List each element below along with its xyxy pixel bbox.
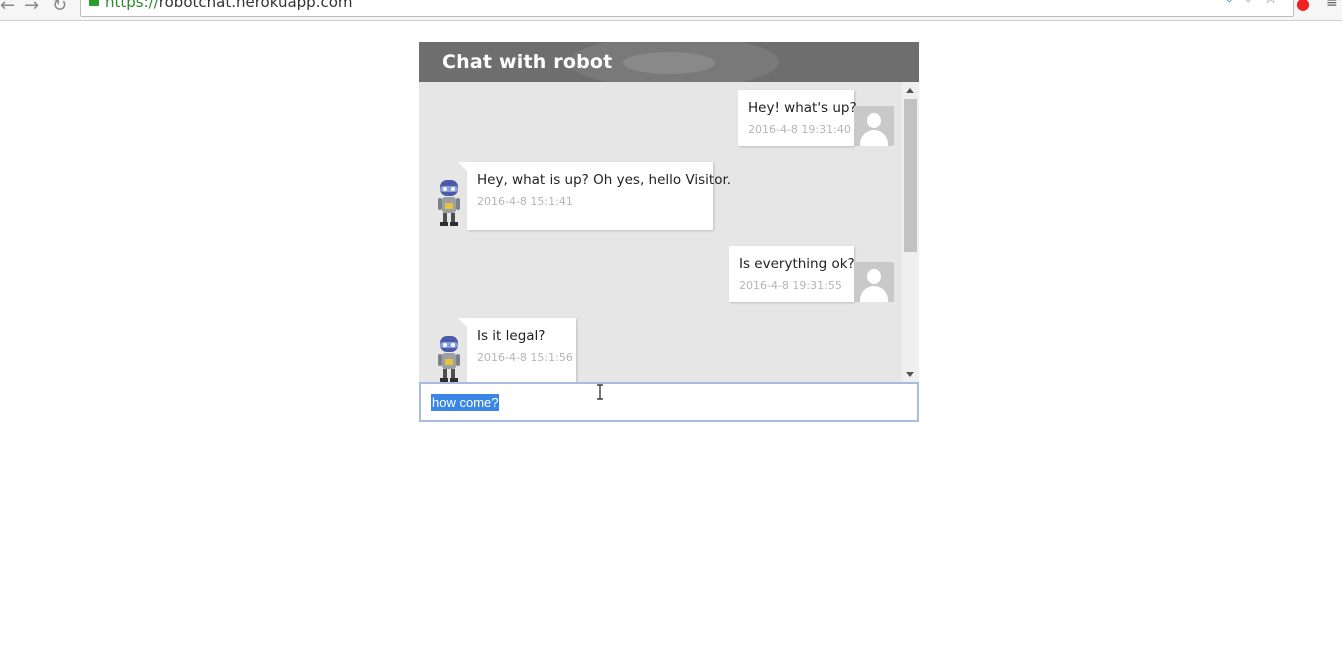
header-decoration	[623, 52, 715, 74]
security-icon[interactable]: ⛉	[1243, 0, 1254, 6]
user-message: Is everything ok? 2016-4-8 19:31:55	[729, 246, 864, 302]
message-text: Hey! what's up?	[748, 100, 857, 116]
robot-avatar-icon	[434, 178, 464, 228]
message-input-value[interactable]: how come?	[431, 394, 500, 411]
message-time: 2016-4-8 19:31:40	[748, 123, 851, 136]
url-host: robotchat.herokuapp.com	[158, 0, 353, 11]
message-list[interactable]: Hey! what's up? 2016-4-8 19:31:40 Hey, w…	[419, 82, 902, 382]
user-avatar-icon	[854, 106, 894, 146]
chat-window: Chat with robot Hey! what's up? 2016-4-8…	[419, 42, 919, 422]
scroll-thumb[interactable]	[904, 99, 917, 252]
extension-icon[interactable]: ●	[1296, 0, 1310, 13]
lock-icon	[89, 0, 99, 6]
message-scrollbar[interactable]	[902, 82, 919, 382]
scroll-down-arrow-icon[interactable]	[906, 372, 914, 377]
user-avatar-icon	[854, 262, 894, 302]
menu-icon[interactable]: ≡	[1326, 0, 1338, 11]
forward-icon[interactable]: →	[24, 0, 39, 16]
message-time: 2016-4-8 15:1:41	[477, 195, 573, 208]
browser-toolbar: ← → ↻ https://robotchat.herokuapp.com ⛨ …	[0, 0, 1342, 21]
message-text: Is it legal?	[477, 328, 546, 344]
robot-message: Hey, what is up? Oh yes, hello Visitor. …	[458, 162, 731, 230]
reload-icon[interactable]: ↻	[52, 0, 67, 16]
text-cursor-icon	[597, 384, 603, 400]
chat-title: Chat with robot	[442, 51, 613, 73]
shield-icon[interactable]: ⛨	[1224, 0, 1235, 6]
message-text: Is everything ok?	[739, 256, 855, 272]
robot-message: Is it legal? 2016-4-8 15:1:56	[458, 318, 576, 382]
url-scheme: https://	[105, 0, 159, 11]
message-input[interactable]: how come?	[419, 382, 919, 422]
scroll-up-arrow-icon[interactable]	[906, 88, 914, 93]
chat-header: Chat with robot	[419, 42, 919, 82]
url-text: https://robotchat.herokuapp.com	[105, 0, 353, 11]
bookmark-star-icon[interactable]: ☆	[1263, 0, 1278, 8]
address-bar[interactable]: https://robotchat.herokuapp.com ⛨ ⛉ ☆	[80, 0, 1294, 17]
user-message: Hey! what's up? 2016-4-8 19:31:40	[738, 90, 864, 146]
message-text: Hey, what is up? Oh yes, hello Visitor.	[477, 172, 732, 188]
robot-avatar-icon	[434, 334, 464, 382]
message-time: 2016-4-8 15:1:56	[477, 351, 573, 364]
message-time: 2016-4-8 19:31:55	[739, 279, 842, 292]
back-icon[interactable]: ←	[0, 0, 15, 16]
